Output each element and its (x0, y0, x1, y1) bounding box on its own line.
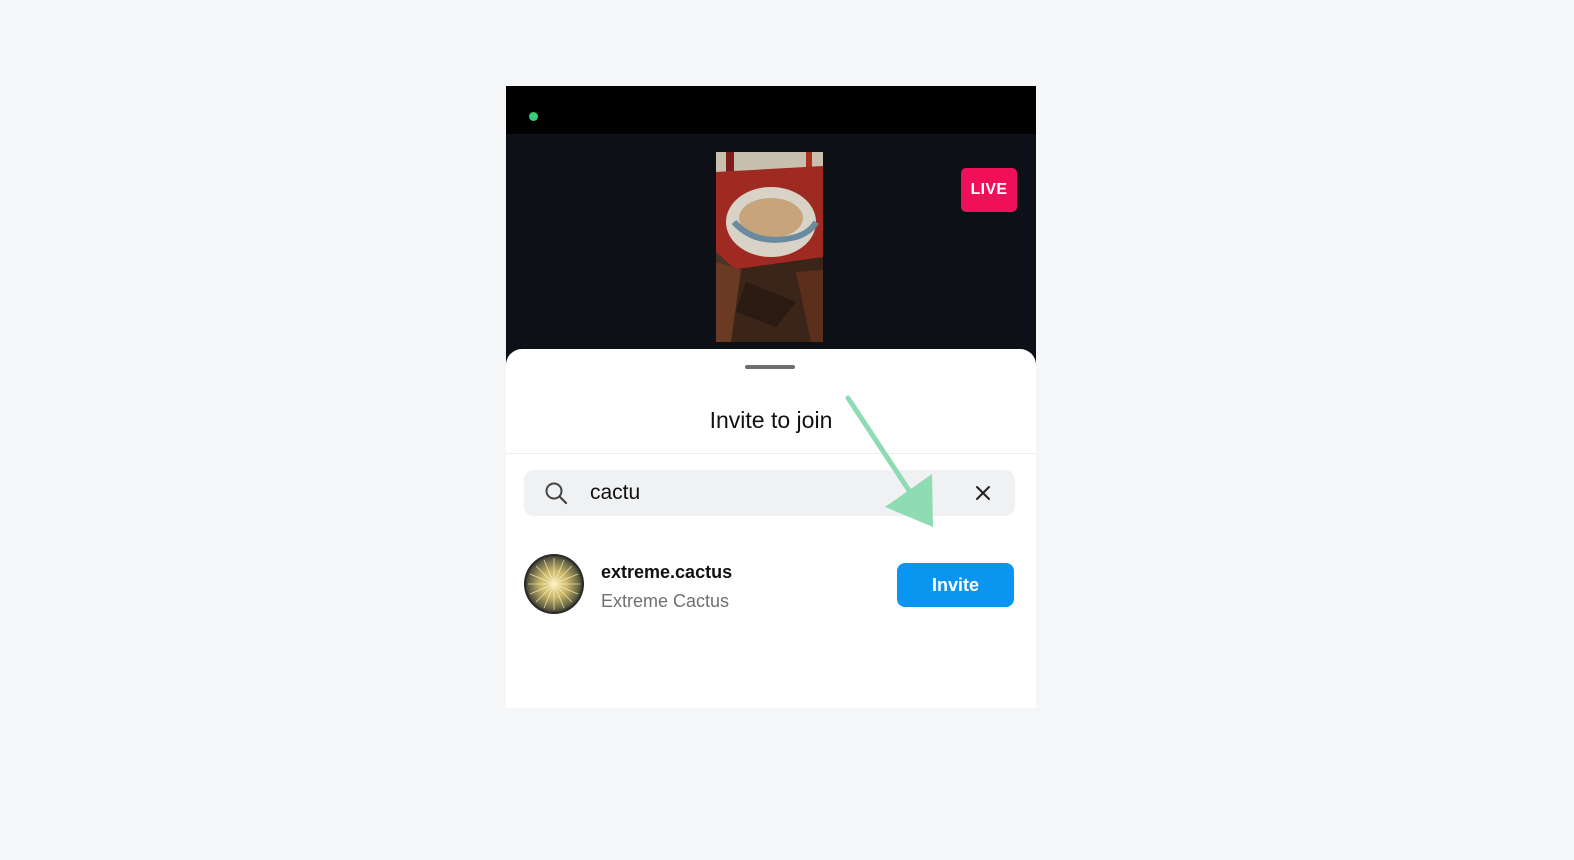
close-icon[interactable] (974, 484, 992, 502)
result-full-name: Extreme Cactus (601, 591, 730, 611)
cactus-avatar-image (524, 554, 584, 614)
sheet-drag-handle[interactable] (745, 365, 795, 369)
search-icon (545, 482, 568, 505)
search-input[interactable]: cactu (590, 470, 640, 516)
avatar[interactable] (524, 554, 584, 614)
sheet-title: Invite to join (709, 407, 833, 433)
result-username[interactable]: extreme.cactus (601, 562, 732, 583)
search-field[interactable]: cactu (524, 470, 1015, 516)
divider (506, 453, 1036, 454)
invite-button[interactable]: Invite (897, 563, 1014, 607)
phone-screen: LIVE Invite to join cactu extreme.cactus… (506, 86, 1036, 708)
video-frame-image (716, 152, 823, 342)
live-video-preview (716, 152, 823, 342)
invite-bottom-sheet: Invite to join cactu extreme.cactus Extr… (506, 349, 1036, 708)
status-bar (506, 86, 1036, 134)
live-badge: LIVE (961, 168, 1017, 212)
list-item: extreme.cactus Extreme Cactus Invite (524, 554, 1015, 616)
status-indicator-dot (529, 112, 538, 121)
